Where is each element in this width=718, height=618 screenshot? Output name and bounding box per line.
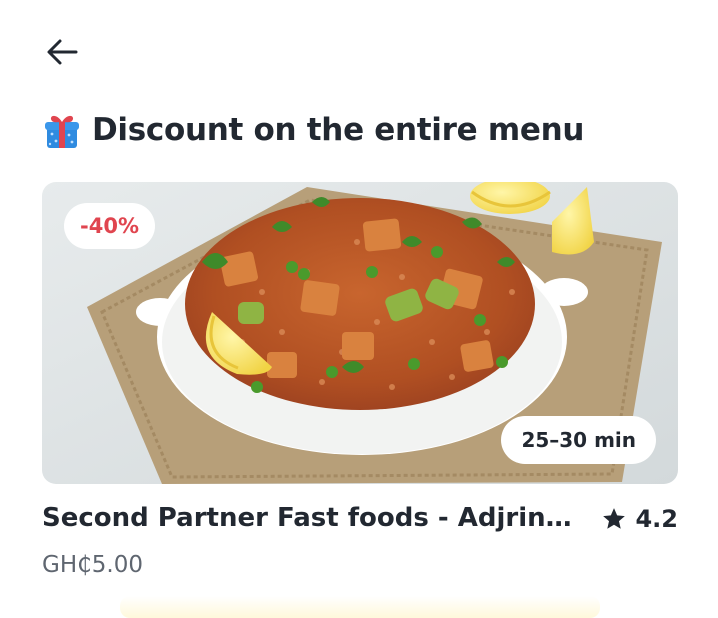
back-button[interactable] [40,30,84,74]
restaurant-offer-page: Discount on the entire menu -40% 25–30 m… [0,0,718,618]
restaurant-name[interactable]: Second Partner Fast foods - Adjringanor [42,503,587,533]
delivery-time-badge: 25–30 min [501,416,656,464]
discount-badge: -40% [64,203,155,249]
section-title: Discount on the entire menu [92,112,585,148]
next-card-peek [120,596,600,618]
star-icon [603,508,626,529]
rating-value: 4.2 [635,505,678,533]
rating: 4.2 [601,505,678,533]
section-header: Discount on the entire menu [42,110,584,150]
price: GH₵5.00 [42,552,143,578]
arrow-left-icon [47,39,78,65]
gift-icon [45,115,79,148]
